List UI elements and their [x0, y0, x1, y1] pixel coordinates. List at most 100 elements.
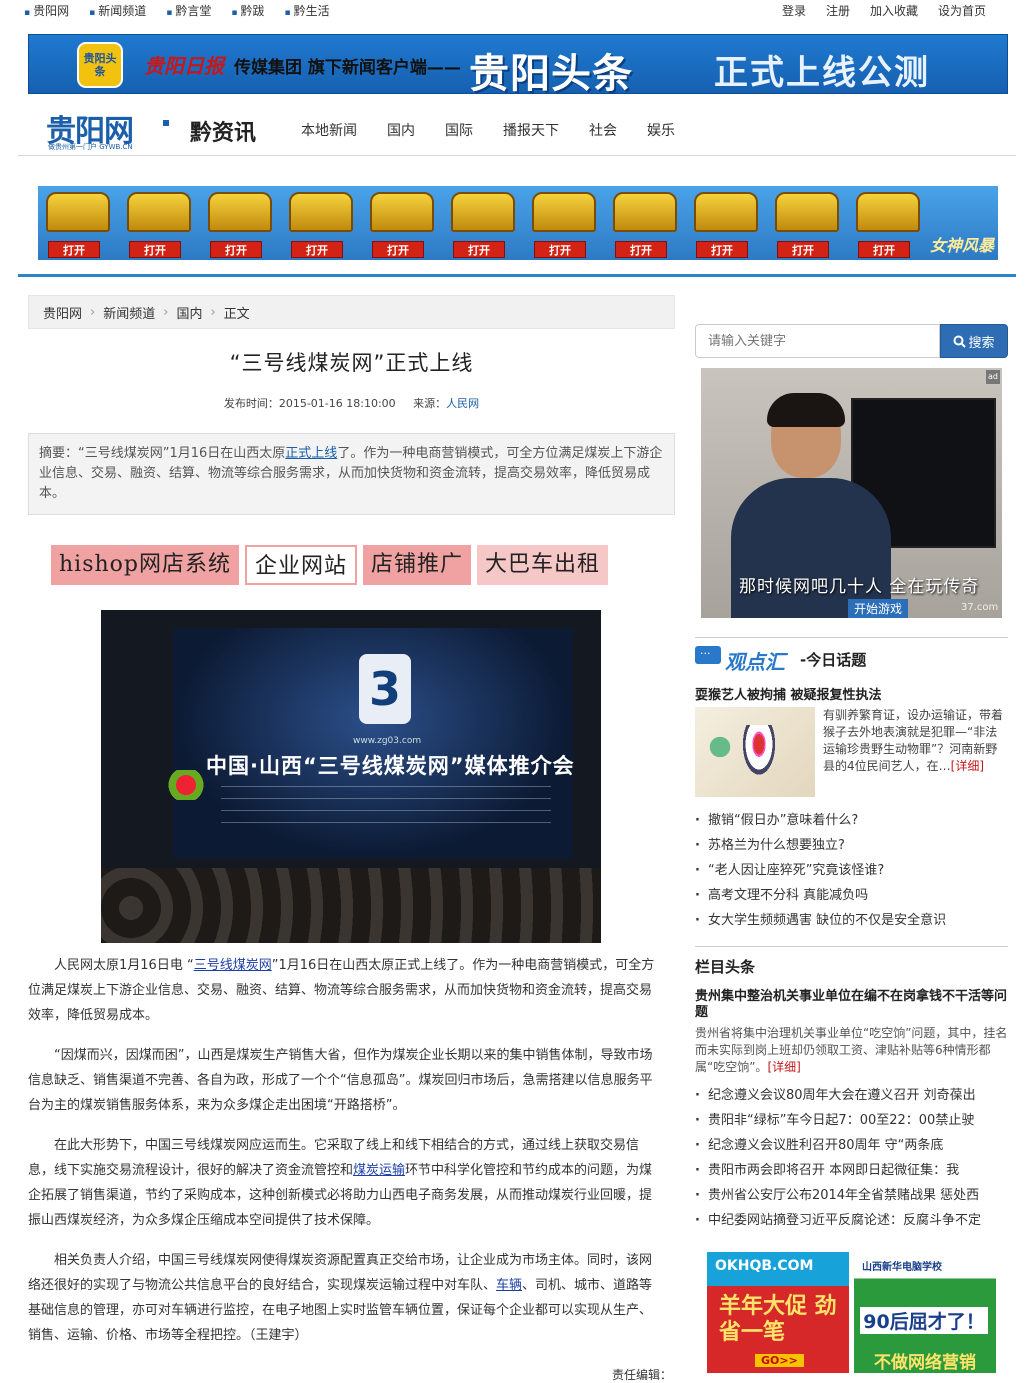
- top-link-qianba[interactable]: 黔跋: [231, 2, 264, 19]
- okhqb-text: 羊年大促 劲省一笔: [719, 1294, 837, 1345]
- set-homepage-link[interactable]: 设为首页: [938, 2, 986, 19]
- opinion-list: 撤销“假日办”意味着什么? 苏格兰为什么想要独立? “老人因让座猝死”究竟该怪谁…: [695, 808, 1008, 933]
- okhqb-go-button[interactable]: GO>>: [755, 1354, 804, 1367]
- nav-entertainment[interactable]: 娱乐: [647, 120, 675, 140]
- chest-box: [127, 192, 191, 232]
- search-button[interactable]: 搜索: [940, 324, 1008, 358]
- separator-dot: [163, 120, 169, 126]
- list-item[interactable]: 苏格兰为什么想要独立?: [695, 833, 1008, 858]
- game-ad-banner[interactable]: 打开 打开 打开 打开 打开 打开 打开 打开 打开 打开 打开 女神风暴: [38, 186, 998, 260]
- start-game-button[interactable]: 开始游戏: [848, 599, 909, 618]
- column-headline[interactable]: 贵州集中整治机关事业单位在编不在岗拿钱不干活等问题: [695, 989, 1008, 1021]
- open-chest-button[interactable]: 打开: [615, 241, 667, 258]
- treasure-chest-icon[interactable]: 打开: [119, 186, 200, 260]
- column-excerpt: 贵州省将集中治理机关事业单位“吃空饷”问题，其中，挂名而未实际到岗上班却仍领取工…: [695, 1026, 1008, 1074]
- open-chest-button[interactable]: 打开: [777, 241, 829, 258]
- ad-bus-rental[interactable]: 大巴车出租: [477, 545, 609, 585]
- list-item[interactable]: 纪念遵义会议80周年大会在遵义召开 刘奇葆出: [695, 1083, 1008, 1108]
- open-chest-button[interactable]: 打开: [696, 241, 748, 258]
- open-chest-button[interactable]: 打开: [291, 241, 343, 258]
- open-chest-button[interactable]: 打开: [372, 241, 424, 258]
- register-link[interactable]: 注册: [826, 2, 850, 19]
- open-chest-button[interactable]: 打开: [129, 241, 181, 258]
- open-chest-button[interactable]: 打开: [453, 241, 505, 258]
- chest-box: [46, 192, 110, 232]
- ad-shop-promotion[interactable]: 店铺推广: [363, 545, 472, 585]
- editor-credit: 责任编辑：: [612, 1368, 673, 1382]
- summary-link[interactable]: 正式上线: [285, 446, 337, 461]
- bookmark-link[interactable]: 加入收藏: [870, 2, 918, 19]
- top-link-gywb[interactable]: 贵阳网: [24, 2, 69, 19]
- xinhua-sub: 不做网络营销: [874, 1353, 976, 1373]
- open-chest-button[interactable]: 打开: [534, 241, 586, 258]
- crumb-home[interactable]: 贵阳网: [43, 303, 82, 322]
- open-chest-button[interactable]: 打开: [48, 241, 100, 258]
- logo-subtitle: 做贵州第一门户 GYWB.CN: [48, 143, 133, 151]
- paragraph-1: 人民网太原1月16日电 “三号线煤炭网”1月16日在山西太原正式上线了。作为一种…: [28, 958, 655, 1023]
- nav-society[interactable]: 社会: [589, 120, 617, 140]
- open-chest-button[interactable]: 打开: [858, 241, 910, 258]
- treasure-chest-icon[interactable]: 打开: [281, 186, 362, 260]
- photo-banner-title: 中国·山西“三号线煤炭网”媒体推介会: [206, 754, 575, 778]
- list-item[interactable]: 贵阳非“绿标”车今日起7：00至22：00禁止驶: [695, 1108, 1008, 1133]
- treasure-chest-icon[interactable]: 打开: [605, 186, 686, 260]
- nav-domestic[interactable]: 国内: [387, 120, 415, 140]
- site-logo[interactable]: 贵阳网 做贵州第一门户 GYWB.CN: [46, 106, 134, 151]
- chevron-right-icon: ›: [163, 304, 169, 320]
- search-icon: [953, 335, 967, 348]
- list-item[interactable]: 贵州省公安厅公布2014年全省禁赌战果 惩处西: [695, 1183, 1008, 1208]
- banner-paper-name: 贵阳日报: [144, 54, 224, 78]
- main-nav: 本地新闻 国内 国际 播报天下 社会 娱乐: [301, 120, 705, 140]
- chest-box: [532, 192, 596, 232]
- treasure-chest-icon[interactable]: 打开: [38, 186, 119, 260]
- logo-3-icon: 3: [359, 654, 411, 724]
- treasure-chest-icon[interactable]: 打开: [443, 186, 524, 260]
- list-item[interactable]: 女大学生频频遇害 缺位的不仅是安全意识: [695, 908, 1008, 933]
- nav-international[interactable]: 国际: [445, 120, 473, 140]
- top-link-qiantang[interactable]: 黔言堂: [166, 2, 211, 19]
- p1-link[interactable]: 三号线煤炭网: [194, 958, 272, 973]
- top-link-life[interactable]: 黔生活: [285, 2, 330, 19]
- treasure-chest-icon[interactable]: 打开: [767, 186, 848, 260]
- login-link[interactable]: 登录: [782, 2, 806, 19]
- opinion-more-link[interactable]: [详细]: [951, 759, 984, 773]
- treasure-chest-icon[interactable]: 打开: [200, 186, 281, 260]
- list-item[interactable]: 撤销“假日办”意味着什么?: [695, 808, 1008, 833]
- chest-box: [613, 192, 677, 232]
- treasure-chest-icon[interactable]: 打开: [686, 186, 767, 260]
- app-promo-banner[interactable]: 贵阳头条 贵阳日报 传媒集团 旗下新闻客户端—— 贵阳头条 正式上线公测: [28, 34, 1008, 94]
- opinion-thumbnail[interactable]: [695, 707, 815, 797]
- column-more-link[interactable]: [详细]: [767, 1060, 800, 1074]
- search-input[interactable]: [695, 324, 940, 358]
- source-link[interactable]: 人民网: [446, 397, 479, 410]
- list-item[interactable]: 中纪委网站摘登习近平反腐论述：反腐斗争不定: [695, 1208, 1008, 1233]
- list-item[interactable]: “老人因让座猝死”究竟该怪谁?: [695, 858, 1008, 883]
- treasure-chest-icon[interactable]: 打开: [362, 186, 443, 260]
- crumb-news[interactable]: 新闻频道: [103, 303, 155, 322]
- opinion-headline[interactable]: 耍猴艺人被拘捕 被疑报复性执法: [695, 684, 882, 703]
- ad-hishop[interactable]: hishop网店系统: [51, 545, 239, 585]
- list-item[interactable]: 贵阳市两会即将召开 本网即日起微征集：我: [695, 1158, 1008, 1183]
- p3-link[interactable]: 煤炭运输: [353, 1163, 405, 1178]
- game-video-ad[interactable]: ad 那时候网吧几十人 全在玩传奇 开始游戏 37.com: [701, 368, 1002, 618]
- article-title: “三号线煤炭网”正式上线: [229, 351, 474, 375]
- xinhua-school-ad[interactable]: 山西新华电脑学校 90后屈才了！ 不做网络营销: [854, 1252, 996, 1373]
- open-chest-button[interactable]: 打开: [210, 241, 262, 258]
- nav-local-news[interactable]: 本地新闻: [301, 120, 357, 140]
- chevron-right-icon: ›: [210, 304, 216, 320]
- ad-tag-icon[interactable]: ad: [986, 370, 1000, 384]
- list-item[interactable]: 高考文理不分科 真能减负吗: [695, 883, 1008, 908]
- okhqb-ad[interactable]: OKHQB.COM 羊年大促 劲省一笔 GO>>: [707, 1252, 849, 1373]
- opinion-logo: 观点汇: [725, 650, 785, 674]
- ad-enterprise-site[interactable]: 企业网站: [245, 545, 358, 585]
- nav-broadcast[interactable]: 播报天下: [503, 120, 559, 140]
- list-item[interactable]: 纪念遵义会议胜利召开80周年 守“两条底: [695, 1133, 1008, 1158]
- treasure-chest-icon[interactable]: 打开: [848, 186, 929, 260]
- treasure-chest-icon[interactable]: 打开: [524, 186, 605, 260]
- top-link-news[interactable]: 新闻频道: [89, 2, 146, 19]
- painting-figure: [740, 725, 778, 780]
- chest-box: [856, 192, 920, 232]
- crumb-current: 正文: [223, 306, 250, 322]
- p4-link[interactable]: 车辆: [496, 1278, 522, 1293]
- crumb-domestic[interactable]: 国内: [176, 303, 202, 322]
